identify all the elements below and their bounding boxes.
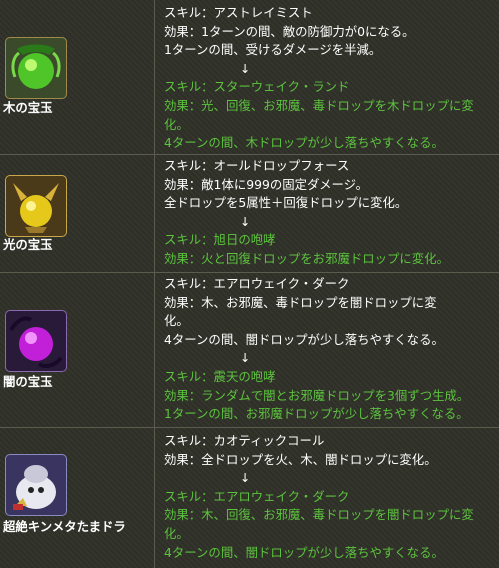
skill-line: スキル：旭日の咆哮	[164, 232, 276, 248]
skill-line: 効果：火と回復ドロップをお邪魔ドロップに変化。	[164, 250, 449, 266]
down-arrow-icon: ↓	[240, 213, 251, 229]
monster-name: 超絶キンメタたまドラ	[3, 519, 126, 534]
skill-line: 効果：敵1体に999の固定ダメージ。	[164, 176, 369, 192]
table-row-dark-orb: 闇の宝玉 スキル：エアロウェイク・ダーク 効果：木、お邪魔、毒ドロップを闇ドロッ…	[0, 273, 499, 428]
skill-line: 化。	[164, 313, 189, 329]
monster-name: 闇の宝玉	[3, 374, 53, 389]
skill-line: スキル：オールドロップフォース	[164, 158, 350, 173]
skill-line: スキル：アストレイミスト	[164, 5, 313, 20]
skill-line: スキル：カオティックコール	[164, 433, 325, 448]
skill-cell: スキル：アストレイミスト 効果：1ターンの間、敵の防御力が0になる。 1ターンの…	[164, 4, 499, 153]
down-arrow-icon: ↓	[240, 60, 251, 76]
skill-line: 化。	[164, 525, 189, 541]
skill-cell: スキル：オールドロップフォース 効果：敵1体に999の固定ダメージ。 全ドロップ…	[164, 157, 499, 269]
skill-line: 4ターンの間、木ドロップが少し落ちやすくなる。	[164, 135, 444, 151]
green-orb-icon[interactable]	[5, 37, 67, 99]
monster-cell: 木の宝玉	[0, 0, 155, 154]
king-metal-dragon-icon[interactable]	[5, 454, 67, 516]
skill-line: 1ターンの間、受けるダメージを半減。	[164, 42, 382, 58]
skill-line: 全ドロップを5属性＋回復ドロップに変化。	[164, 195, 408, 211]
skill-line: 効果：木、お邪魔、毒ドロップを闇ドロップに変	[164, 294, 437, 310]
skill-line: スキル：エアロウェイク・ダーク	[164, 276, 350, 291]
skill-cell: スキル：エアロウェイク・ダーク 効果：木、お邪魔、毒ドロップを闇ドロップに変 化…	[164, 275, 499, 424]
skill-cell: スキル：カオティックコール 効果：全ドロップを火、木、闇ドロップに変化。 ↓ ス…	[164, 432, 499, 562]
monster-name: 木の宝玉	[3, 100, 53, 115]
skill-line: 効果：光、回復、お邪魔、毒ドロップを木ドロップに変	[164, 97, 474, 113]
evolution-skill-table: 木の宝玉 スキル：アストレイミスト 効果：1ターンの間、敵の防御力が0になる。 …	[0, 0, 499, 568]
down-arrow-icon: ↓	[240, 470, 251, 486]
down-arrow-icon: ↓	[240, 350, 251, 366]
skill-line: スキル：エアロウェイク・ダーク	[164, 488, 350, 504]
skill-line: 化。	[164, 116, 189, 132]
yellow-orb-icon[interactable]	[5, 175, 67, 237]
skill-line: 効果：全ドロップを火、木、闇ドロップに変化。	[164, 451, 437, 467]
skill-line: 効果：1ターンの間、敵の防御力が0になる。	[164, 23, 415, 39]
skill-line: スキル：スターウェイク・ランド	[164, 79, 350, 95]
skill-line: 4ターンの間、闇ドロップが少し落ちやすくなる。	[164, 544, 444, 560]
monster-cell: 闇の宝玉	[0, 273, 155, 427]
skill-line: 効果：木、回復、お邪魔、毒ドロップを闇ドロップに変	[164, 507, 474, 523]
skill-line: スキル：震天の咆哮	[164, 368, 276, 384]
table-row-wood-orb: 木の宝玉 スキル：アストレイミスト 効果：1ターンの間、敵の防御力が0になる。 …	[0, 0, 499, 155]
purple-orb-icon[interactable]	[5, 310, 67, 372]
monster-cell: 光の宝玉	[0, 155, 155, 272]
monster-cell: 超絶キンメタたまドラ	[0, 428, 155, 568]
skill-line: 1ターンの間、お邪魔ドロップが少し落ちやすくなる。	[164, 406, 469, 422]
table-row-king-metal-dragon: 超絶キンメタたまドラ スキル：カオティックコール 効果：全ドロップを火、木、闇ド…	[0, 428, 499, 568]
skill-line: 4ターンの間、闇ドロップが少し落ちやすくなる。	[164, 331, 444, 347]
skill-line: 効果：ランダムで闇とお邪魔ドロップを3個ずつ生成。	[164, 387, 470, 403]
table-row-light-orb: 光の宝玉 スキル：オールドロップフォース 効果：敵1体に999の固定ダメージ。 …	[0, 155, 499, 273]
monster-name: 光の宝玉	[3, 237, 53, 252]
